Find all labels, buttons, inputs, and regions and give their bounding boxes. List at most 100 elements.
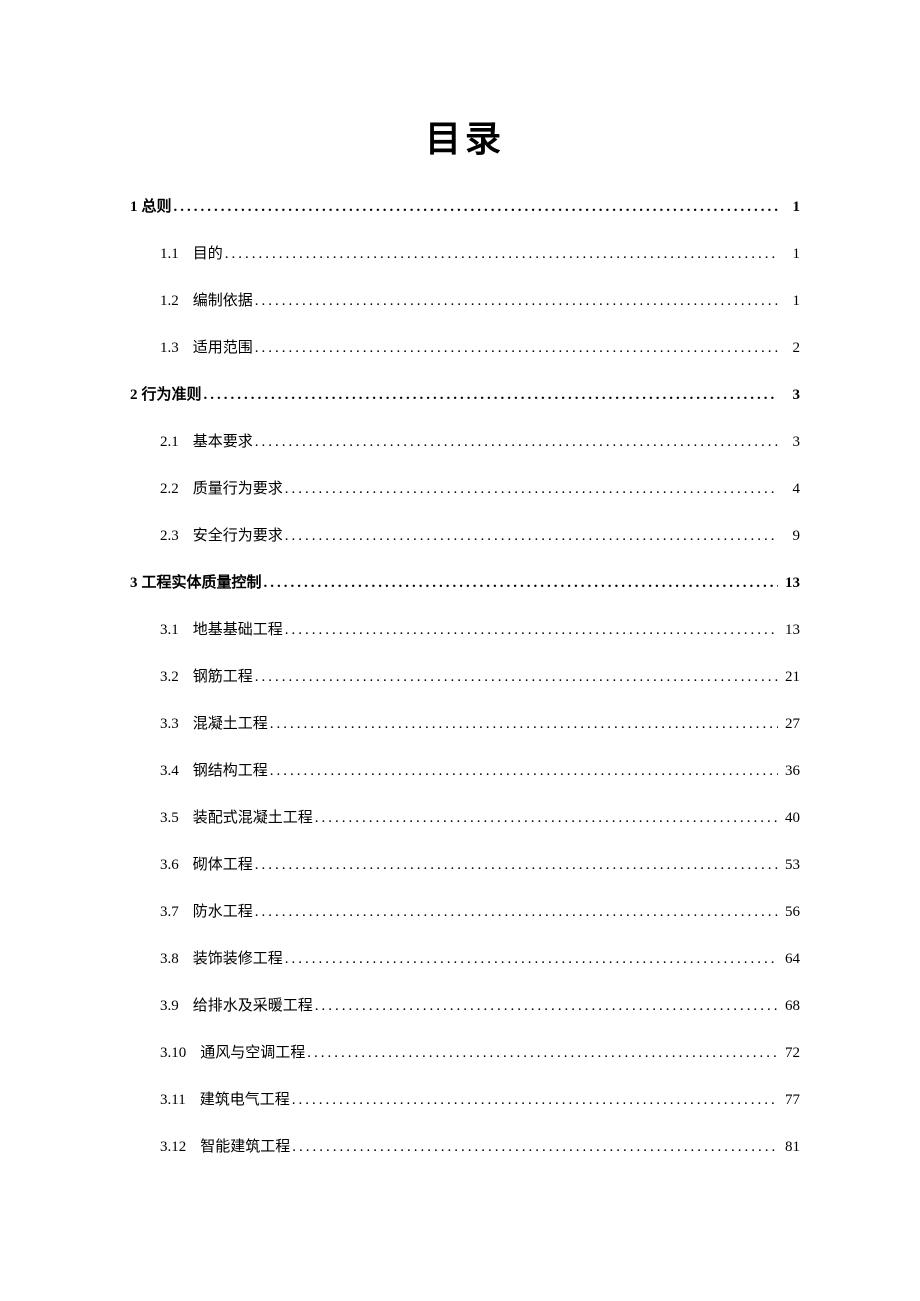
toc-entry-number: 3.8 (160, 949, 179, 970)
toc-entry-text: 混凝土工程 (193, 714, 268, 735)
toc-leader-dots (270, 761, 778, 782)
toc-entry-number: 1.3 (160, 338, 179, 359)
toc-entry-number: 3.10 (160, 1043, 186, 1064)
toc-entry: 3.8 装饰装修工程 64 (160, 949, 800, 970)
toc-leader-dots (255, 338, 778, 359)
toc-entry: 3工程实体质量控制 13 (130, 573, 800, 594)
toc-entry-number: 3.5 (160, 808, 179, 829)
toc-entry: 3.4 钢结构工程 36 (160, 761, 800, 782)
toc-entry: 3.6 砌体工程 53 (160, 855, 800, 876)
toc-entry-page: 64 (780, 949, 800, 970)
toc-entry-number: 2.2 (160, 479, 179, 500)
toc-entry-text: 装饰装修工程 (193, 949, 283, 970)
toc-entry-page: 3 (780, 432, 800, 453)
toc-entry-page: 9 (780, 526, 800, 547)
toc-leader-dots (285, 949, 778, 970)
toc-entry-text: 目的 (193, 244, 223, 265)
toc-entry-number: 3.1 (160, 620, 179, 641)
toc-leader-dots (285, 526, 778, 547)
toc-entry-text: 适用范围 (193, 338, 253, 359)
toc-entry-text: 钢筋工程 (193, 667, 253, 688)
toc-entry: 3.9 给排水及采暖工程 68 (160, 996, 800, 1017)
toc-entry-text: 建筑电气工程 (200, 1090, 290, 1111)
toc-title: 目录 (130, 110, 800, 162)
toc-entry-number: 3.2 (160, 667, 179, 688)
toc-entry-number: 3.9 (160, 996, 179, 1017)
toc-entry-page: 53 (780, 855, 800, 876)
toc-entry: 1总则1 (130, 197, 800, 218)
toc-entry-number: 2.1 (160, 432, 179, 453)
toc-entry: 2.2 质量行为要求 4 (160, 479, 800, 500)
toc-entry-number: 3.6 (160, 855, 179, 876)
toc-entry: 3.1 地基基础工程 13 (160, 620, 800, 641)
toc-entry-page: 36 (780, 761, 800, 782)
toc-leader-dots (285, 620, 778, 641)
toc-entry-page: 3 (780, 385, 800, 406)
toc-entry: 3.3 混凝土工程 27 (160, 714, 800, 735)
toc-entry: 3.11 建筑电气工程 77 (160, 1090, 800, 1111)
toc-leader-dots (204, 385, 778, 406)
toc-entry-number: 1.1 (160, 244, 179, 265)
toc-entry: 1.3 适用范围 2 (160, 338, 800, 359)
toc-leader-dots (315, 808, 778, 829)
toc-entry-text: 给排水及采暖工程 (193, 996, 313, 1017)
toc-entry-text: 质量行为要求 (193, 479, 283, 500)
toc-entry-page: 81 (780, 1137, 800, 1158)
toc-entry-text: 防水工程 (193, 902, 253, 923)
toc-entry-number: 3.4 (160, 761, 179, 782)
toc-entry: 3.7防水工程56 (160, 902, 800, 923)
toc-entry-page: 13 (780, 620, 800, 641)
toc-entry-text: 行为准则 (142, 385, 202, 406)
toc-entry-text: 砌体工程 (193, 855, 253, 876)
toc-leader-dots (270, 714, 778, 735)
toc-entry-page: 1 (780, 291, 800, 312)
toc-entry-text: 智能建筑工程 (200, 1137, 290, 1158)
toc-entry-number: 2.3 (160, 526, 179, 547)
toc-entry: 1.1 目的 1 (160, 244, 800, 265)
toc-leader-dots (264, 573, 778, 594)
toc-entry-text: 工程实体质量控制 (142, 573, 262, 594)
toc-leader-dots (315, 996, 778, 1017)
toc-leader-dots (225, 244, 778, 265)
toc-leader-dots (307, 1043, 778, 1064)
toc-entry: 3.5 装配式混凝土工程 40 (160, 808, 800, 829)
toc-leader-dots (255, 432, 778, 453)
toc-entry: 1.2 编制依据 1 (160, 291, 800, 312)
toc-entry-page: 77 (780, 1090, 800, 1111)
toc-entry: 2行为准则3 (130, 385, 800, 406)
toc-entry-text: 总则 (142, 197, 172, 218)
toc-entry-page: 21 (780, 667, 800, 688)
toc-entry-page: 68 (780, 996, 800, 1017)
toc-entry-number: 1 (130, 197, 138, 218)
toc-entry: 3.10 通风与空调工程 72 (160, 1043, 800, 1064)
toc-leader-dots (255, 667, 778, 688)
toc-entry-number: 3.11 (160, 1090, 186, 1111)
toc-entry-number: 3.12 (160, 1137, 186, 1158)
toc-entry-page: 13 (780, 573, 800, 594)
toc-entry-page: 40 (780, 808, 800, 829)
toc-entry-text: 基本要求 (193, 432, 253, 453)
toc-entry-text: 装配式混凝土工程 (193, 808, 313, 829)
toc-entry-page: 27 (780, 714, 800, 735)
toc-entry-number: 1.2 (160, 291, 179, 312)
toc-entry-text: 钢结构工程 (193, 761, 268, 782)
toc-entry: 2.1 基本要求 3 (160, 432, 800, 453)
toc-leader-dots (255, 902, 778, 923)
toc-entry-number: 3 (130, 573, 138, 594)
toc-entry-text: 通风与空调工程 (200, 1043, 305, 1064)
document-page: 目录 1总则11.1目的11.2编制依据11.3适用范围22行为准则32.1基本… (0, 0, 920, 1158)
toc-entry-page: 2 (780, 338, 800, 359)
toc-entry-page: 4 (780, 479, 800, 500)
toc-entry-page: 72 (780, 1043, 800, 1064)
toc-entry: 2.3安全行为要求9 (160, 526, 800, 547)
toc-leader-dots (285, 479, 778, 500)
toc-leader-dots (255, 291, 778, 312)
toc-entry-text: 地基基础工程 (193, 620, 283, 641)
toc-leader-dots (255, 855, 778, 876)
toc-entry-page: 1 (780, 244, 800, 265)
toc-entry-number: 3.3 (160, 714, 179, 735)
toc-entry-text: 编制依据 (193, 291, 253, 312)
toc-entry: 3.12 智能建筑工程 81 (160, 1137, 800, 1158)
toc-entry-page: 1 (780, 197, 800, 218)
toc-leader-dots (292, 1090, 778, 1111)
